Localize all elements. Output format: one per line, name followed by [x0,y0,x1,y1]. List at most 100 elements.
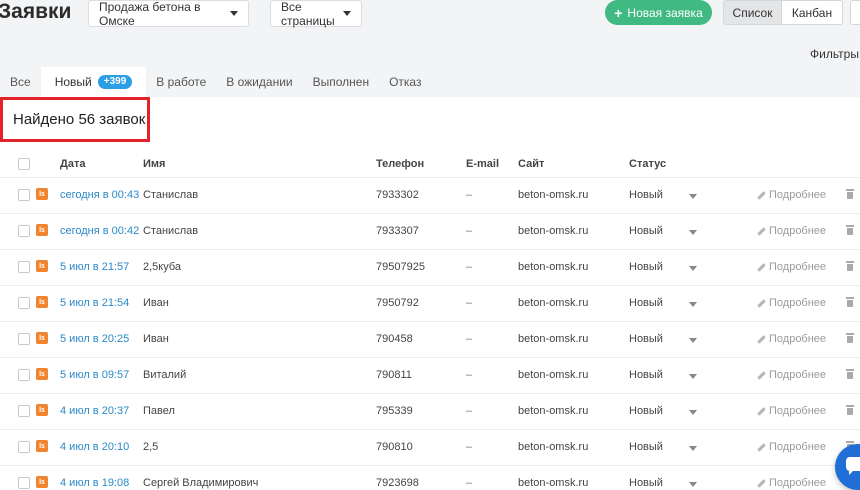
column-date[interactable]: Дата [60,158,85,170]
tab-rejected[interactable]: Отказ [379,67,431,97]
row-checkbox[interactable] [18,261,30,273]
table-row[interactable]: ls 4 июл в 20:10 2,5 790810 – beton-omsk.ru Но… [0,429,860,465]
request-email: – [466,261,473,273]
table-row[interactable]: ls 5 июл в 09:57 Виталий 790811 – beton-omsk.… [0,357,860,393]
request-status[interactable]: Новый [629,369,663,381]
request-status[interactable]: Новый [629,225,663,237]
chevron-down-icon [343,11,351,16]
table-row[interactable]: ls 4 июл в 19:08 Сергей Владимирович 792369… [0,465,860,490]
tab-label: Выполнен [312,75,370,89]
details-link[interactable]: Подробнее [756,369,826,381]
trash-icon[interactable] [846,369,854,379]
request-site: beton-omsk.ru [518,297,589,309]
details-label: Подробнее [769,405,827,417]
request-date-link[interactable]: 5 июл в 09:57 [60,369,129,381]
chevron-down-icon[interactable] [689,194,697,199]
request-email: – [466,333,473,345]
details-link[interactable]: Подробнее [756,189,826,201]
chevron-down-icon[interactable] [689,338,697,343]
select-all-checkbox[interactable] [18,158,30,170]
tab-done[interactable]: Выполнен [303,67,379,97]
row-checkbox[interactable] [18,225,30,237]
column-status[interactable]: Статус [629,158,666,170]
row-checkbox[interactable] [18,477,30,489]
column-site[interactable]: Сайт [518,158,544,170]
request-name: Иван [143,333,169,345]
trash-icon[interactable] [846,261,854,271]
request-site: beton-omsk.ru [518,405,589,417]
table-row[interactable]: ls 4 июл в 20:37 Павел 795339 – beton-omsk.ru… [0,393,860,429]
request-date-link[interactable]: 4 июл в 19:08 [60,477,129,489]
table-row[interactable]: ls 5 июл в 21:54 Иван 7950792 – beton-omsk.ru… [0,285,860,321]
request-status[interactable]: Новый [629,333,663,345]
request-site: beton-omsk.ru [518,441,589,453]
new-request-button[interactable]: + Новая заявка [605,0,712,25]
trash-icon[interactable] [846,225,854,235]
chevron-down-icon[interactable] [689,302,697,307]
details-label: Подробнее [769,225,827,237]
request-date-link[interactable]: сегодня в 00:42 [60,225,139,237]
request-date-link[interactable]: 5 июл в 21:57 [60,261,129,273]
table-row[interactable]: ls сегодня в 00:43 Станислав 7933302 – beton-… [0,177,860,213]
request-date-link[interactable]: 4 июл в 20:10 [60,441,129,453]
request-status[interactable]: Новый [629,297,663,309]
trash-icon[interactable] [846,297,854,307]
chevron-down-icon[interactable] [689,374,697,379]
table-row[interactable]: ls 5 июл в 21:57 2,5куба 79507925 – beton-oms… [0,249,860,285]
details-link[interactable]: Подробнее [756,297,826,309]
chevron-down-icon[interactable] [689,230,697,235]
details-link[interactable]: Подробнее [756,261,826,273]
request-date-link[interactable]: 4 июл в 20:37 [60,405,129,417]
table-row[interactable]: ls сегодня в 00:42 Станислав 7933307 – beton-… [0,213,860,249]
trash-icon[interactable] [846,189,854,199]
column-email[interactable]: E-mail [466,158,499,170]
row-checkbox[interactable] [18,297,30,309]
tab-in-progress[interactable]: В работе [146,67,216,97]
column-phone[interactable]: Телефон [376,158,424,170]
request-site: beton-omsk.ru [518,333,589,345]
request-phone: 7933307 [376,225,419,237]
filters-toggle[interactable]: Фильтры [810,47,860,61]
details-link[interactable]: Подробнее [756,225,826,237]
pencil-icon [756,227,765,236]
tab-waiting[interactable]: В ожидании [216,67,302,97]
site-select[interactable]: Продажа бетона в Омске [88,0,249,28]
details-link[interactable]: Подробнее [756,441,826,453]
request-date-link[interactable]: 5 июл в 21:54 [60,297,129,309]
request-status[interactable]: Новый [629,477,663,489]
trash-icon[interactable] [846,405,854,415]
request-status[interactable]: Новый [629,261,663,273]
request-date-link[interactable]: сегодня в 00:43 [60,189,139,201]
row-checkbox[interactable] [18,405,30,417]
page-title: Заявки [0,0,72,23]
row-checkbox[interactable] [18,333,30,345]
view-list-button[interactable]: Список [723,0,782,25]
view-extra-button[interactable] [850,0,860,25]
chevron-down-icon[interactable] [689,410,697,415]
tab-new[interactable]: Новый +399 [40,67,147,97]
request-status[interactable]: Новый [629,405,663,417]
tab-label: Новый [54,75,92,89]
row-checkbox[interactable] [18,189,30,201]
trash-icon[interactable] [846,333,854,343]
row-checkbox[interactable] [18,441,30,453]
chevron-down-icon[interactable] [689,446,697,451]
details-link[interactable]: Подробнее [756,333,826,345]
request-phone: 790811 [376,369,412,381]
tab-all[interactable]: Все [0,67,41,97]
request-phone: 795339 [376,405,413,417]
pages-select[interactable]: Все страницы [270,0,362,28]
request-status[interactable]: Новый [629,189,663,201]
request-email: – [466,225,473,237]
details-link[interactable]: Подробнее [756,477,826,489]
column-name[interactable]: Имя [143,158,165,170]
view-kanban-button[interactable]: Канбан [782,0,843,25]
chevron-down-icon[interactable] [689,266,697,271]
request-date-link[interactable]: 5 июл в 20:25 [60,333,129,345]
chevron-down-icon[interactable] [689,482,697,487]
count-badge: +399 [97,75,133,89]
row-checkbox[interactable] [18,369,30,381]
details-link[interactable]: Подробнее [756,405,826,417]
request-status[interactable]: Новый [629,441,663,453]
table-row[interactable]: ls 5 июл в 20:25 Иван 790458 – beton-omsk.ru Н… [0,321,860,357]
